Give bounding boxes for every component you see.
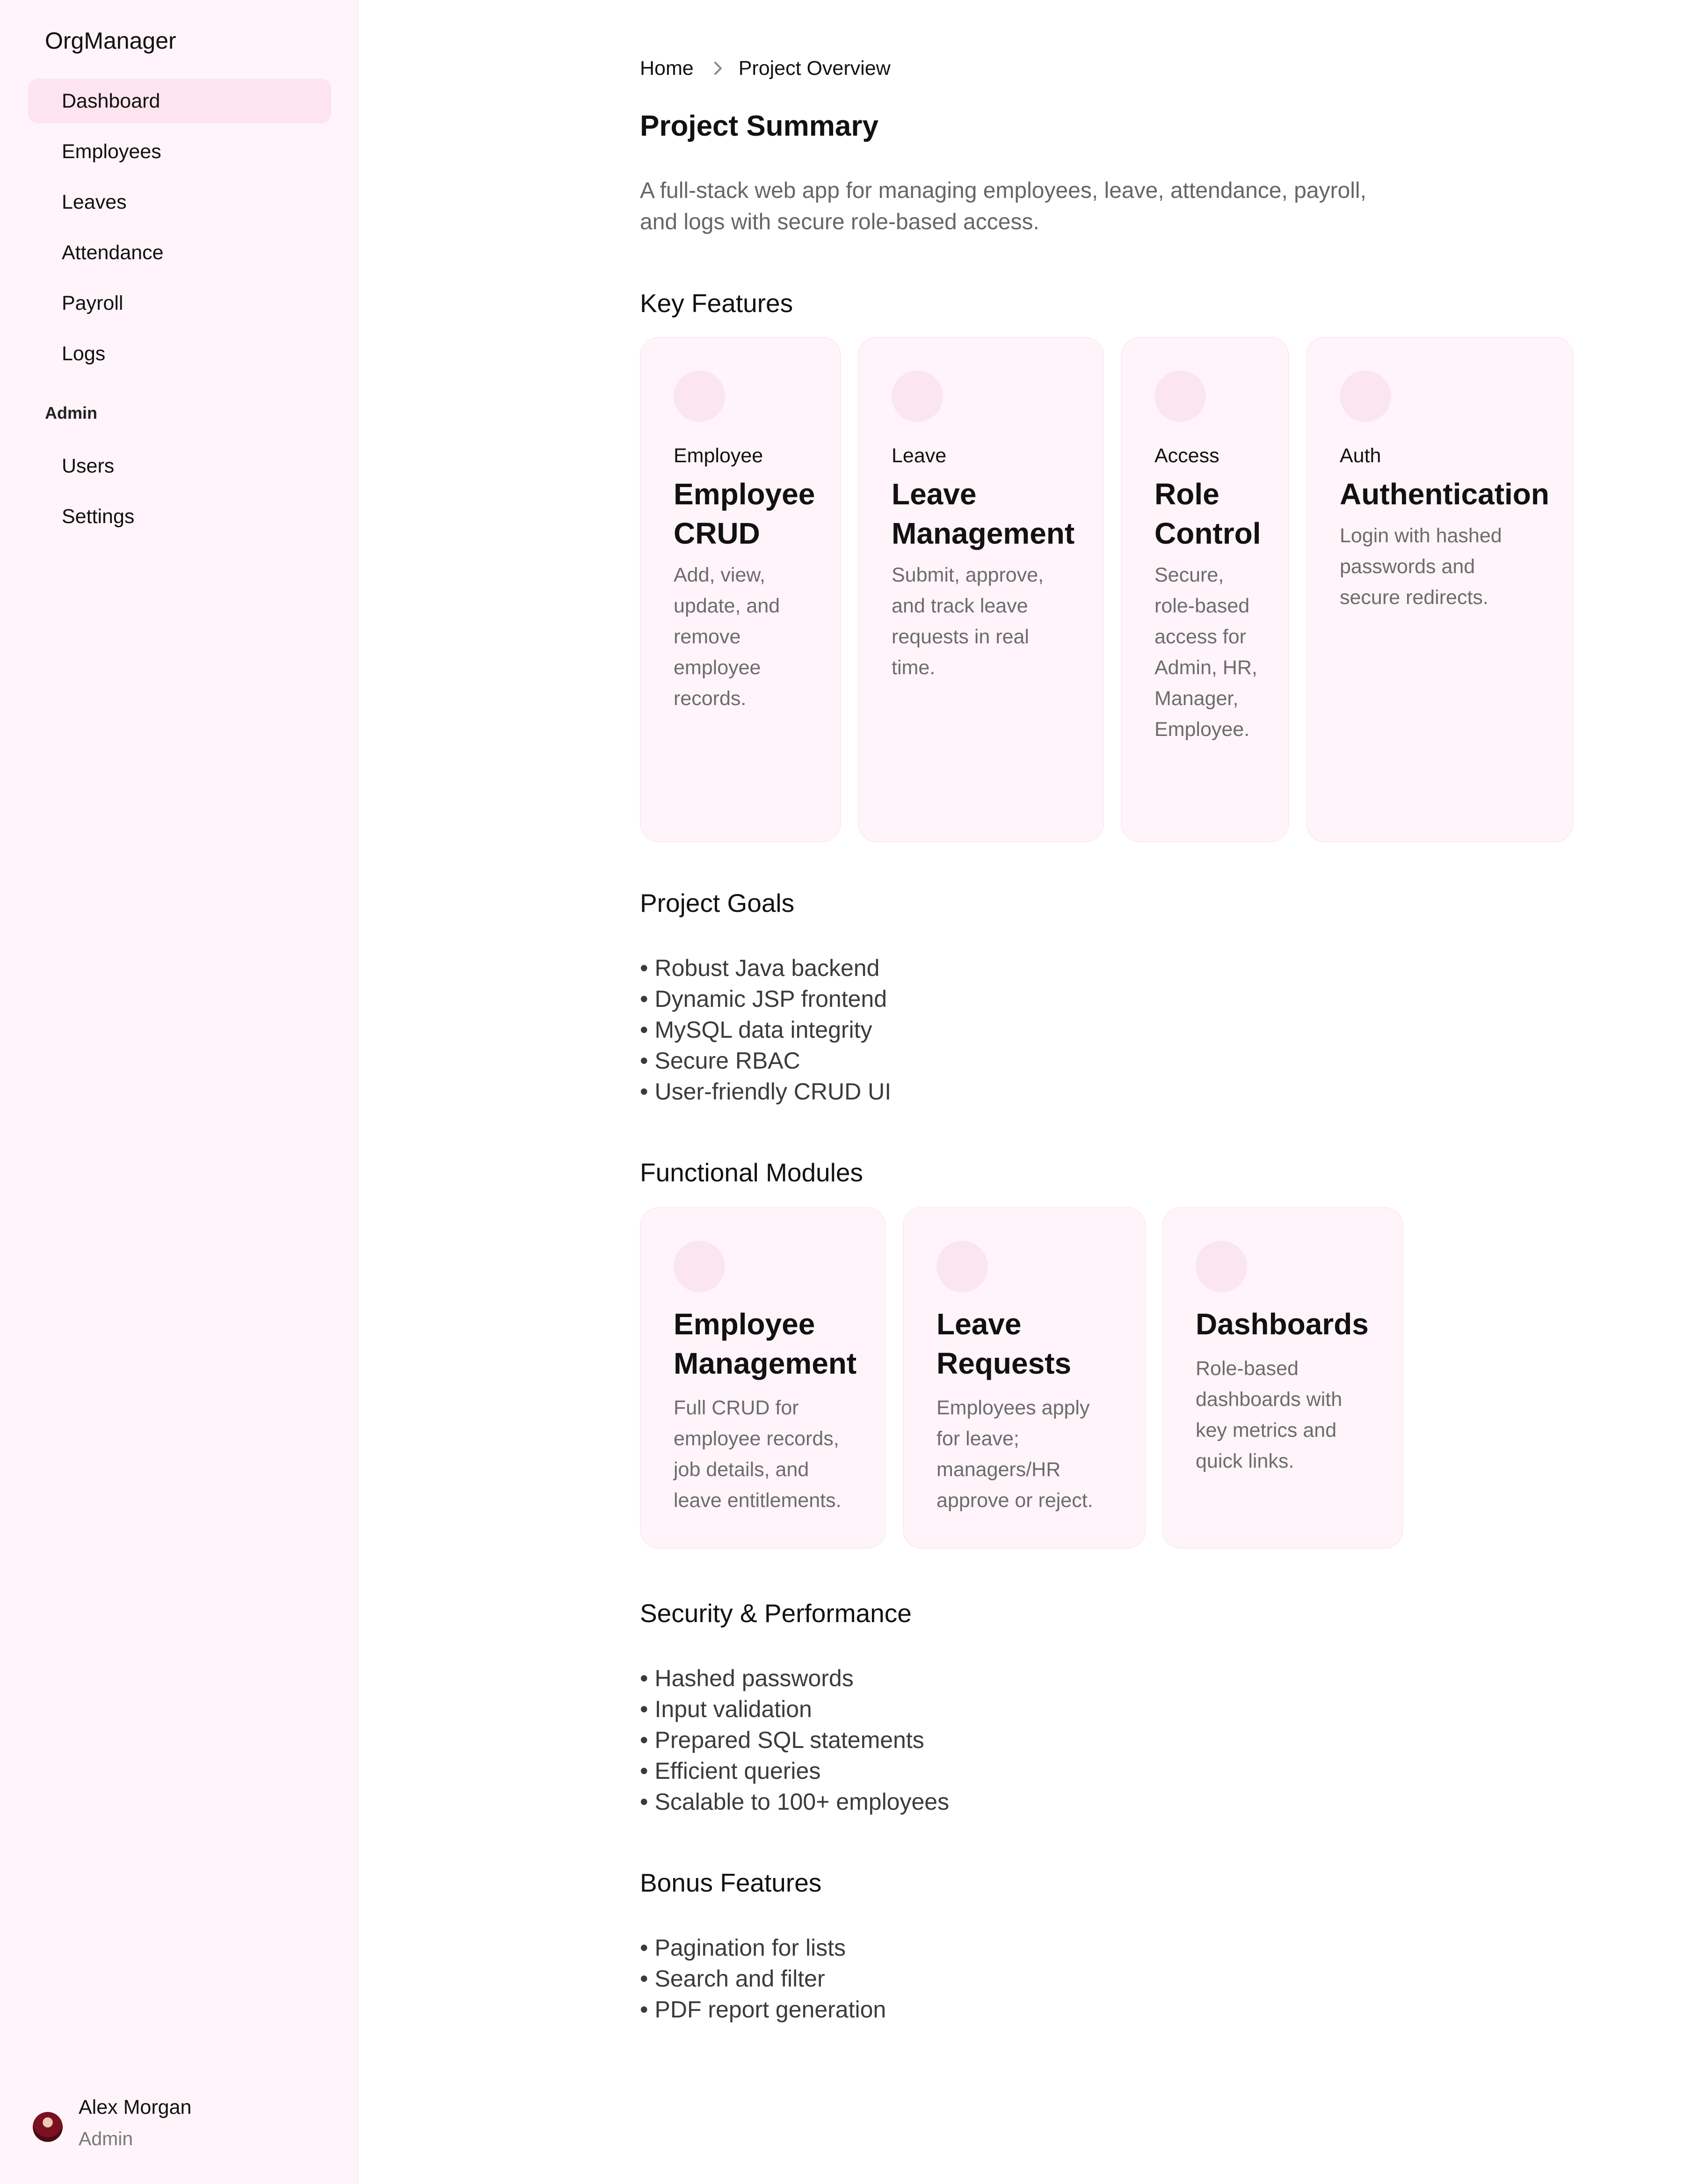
card-description: Full CRUD for employee records, job deta… — [674, 1397, 842, 1512]
list-item: PDF report generation — [640, 1994, 886, 2025]
list-item: Robust Java backend — [640, 953, 891, 983]
card-eyebrow: Auth — [1340, 444, 1381, 467]
card-eyebrow: Employee — [674, 444, 763, 467]
card-description: Add, view, update, and remove employee r… — [674, 564, 780, 710]
chevron-right-icon — [708, 58, 728, 79]
card-title: Leave Management — [892, 477, 1075, 550]
card-title: Role Control — [1154, 477, 1261, 550]
feature-card-leave-management: Leave Leave Management Submit, approve, … — [858, 337, 1104, 842]
security-performance-list: Hashed passwords Input validation Prepar… — [640, 1663, 950, 1817]
feature-card-authentication: Auth Authentication Login with hashed pa… — [1306, 337, 1574, 842]
project-summary: A full-stack web app for managing employ… — [640, 178, 1366, 234]
feature-icon — [674, 371, 725, 422]
list-item: Hashed passwords — [640, 1663, 949, 1694]
sidebar-item-payroll[interactable]: Payroll — [28, 281, 331, 326]
card-description: Login with hashed passwords and secure r… — [1340, 524, 1502, 609]
breadcrumb-home[interactable]: Home — [640, 57, 694, 80]
module-card-employee-management: Employee Management Full CRUD for employ… — [640, 1207, 886, 1549]
list-item: Secure RBAC — [640, 1045, 891, 1076]
module-icon — [936, 1241, 988, 1292]
breadcrumb-current: Project Overview — [738, 57, 891, 80]
sidebar-item-logs[interactable]: Logs — [28, 331, 331, 376]
list-item: Input validation — [640, 1694, 949, 1725]
card-title: Employee Management — [674, 1307, 857, 1380]
feature-icon — [1340, 371, 1391, 422]
page-title: Project Summary — [640, 110, 878, 142]
brand-name[interactable]: OrgManager — [45, 27, 176, 54]
card-eyebrow: Access — [1154, 444, 1219, 467]
sidebar-item-attendance[interactable]: Attendance — [28, 230, 331, 275]
module-icon — [674, 1241, 725, 1292]
list-item: Dynamic JSP frontend — [640, 983, 891, 1014]
bonus-features-title: Bonus Features — [640, 1868, 822, 1897]
security-performance-title: Security & Performance — [640, 1599, 912, 1628]
module-card-leave-requests: Leave Requests Employees apply for leave… — [903, 1207, 1146, 1549]
card-title: Leave Requests — [936, 1307, 1072, 1380]
sidebar-item-dashboard[interactable]: Dashboard — [28, 79, 331, 124]
breadcrumb: Home Project Overview — [640, 55, 891, 81]
user-role: Admin — [79, 2128, 133, 2149]
feature-card-employee-crud: Employee Employee CRUD Add, view, update… — [640, 337, 841, 842]
card-title: Employee CRUD — [674, 477, 815, 550]
card-eyebrow: Leave — [892, 444, 947, 467]
project-goals-title: Project Goals — [640, 888, 795, 917]
module-icon — [1196, 1241, 1247, 1292]
sidebar-item-users[interactable]: Users — [28, 444, 331, 488]
sidebar-item-settings[interactable]: Settings — [28, 494, 331, 539]
user-name: Alex Morgan — [79, 2096, 192, 2118]
admin-section-label: Admin — [45, 403, 97, 422]
functional-modules-title: Functional Modules — [640, 1158, 863, 1187]
feature-icon — [1154, 371, 1206, 422]
user-profile[interactable]: Alex Morgan Admin — [33, 2096, 332, 2162]
module-card-dashboards: Dashboards Role-based dashboards with ke… — [1162, 1207, 1403, 1549]
card-description: Employees apply for leave; managers/HR a… — [936, 1397, 1093, 1512]
list-item: Prepared SQL statements — [640, 1725, 949, 1755]
list-item: User-friendly CRUD UI — [640, 1076, 892, 1107]
sidebar-item-employees[interactable]: Employees — [28, 129, 331, 174]
card-description: Submit, approve, and track leave request… — [892, 564, 1044, 679]
feature-icon — [892, 371, 943, 422]
list-item: Pagination for lists — [640, 1932, 886, 1963]
card-description: Role-based dashboards with key metrics a… — [1196, 1357, 1343, 1472]
list-item: MySQL data integrity — [640, 1014, 891, 1045]
list-item: Scalable to 100+ employees — [640, 1786, 950, 1817]
card-description: Secure, role-based access for Admin, HR,… — [1154, 564, 1257, 741]
project-goals-list: Robust Java backend Dynamic JSP frontend… — [640, 953, 892, 1107]
avatar[interactable] — [33, 2112, 63, 2142]
sidebar-item-leaves[interactable]: Leaves — [28, 180, 331, 225]
bonus-features-list: Pagination for lists Search and filter P… — [640, 1932, 886, 2025]
sidebar: OrgManager Dashboard Employees Leaves At… — [0, 0, 358, 2184]
feature-card-role-control: Access Role Control Secure, role-based a… — [1121, 337, 1289, 842]
list-item: Efficient queries — [640, 1755, 949, 1786]
card-title: Dashboards — [1196, 1307, 1369, 1341]
card-title: Authentication — [1340, 477, 1549, 511]
list-item: Search and filter — [640, 1963, 886, 1994]
key-features-title: Key Features — [640, 289, 793, 318]
